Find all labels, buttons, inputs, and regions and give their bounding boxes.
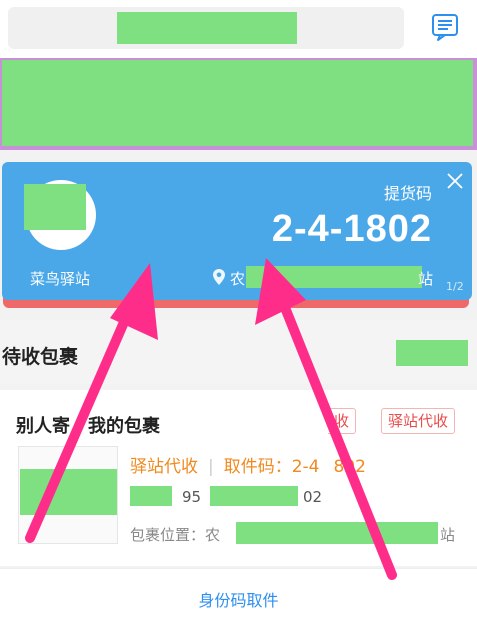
pickup-code-suffix: 802 [333, 457, 366, 477]
redacted-banner [2, 60, 473, 146]
card-page-indicator: 1/2 [446, 280, 464, 293]
bottom-bar: 身份码取件 [0, 568, 477, 627]
package-status-line: 驿站代收 | 取件码：2-4 802 [130, 452, 366, 477]
station-address-prefix: 农 [230, 270, 246, 288]
package-title: 别人寄 我的包裹 [16, 412, 160, 438]
pending-section-header: 待收包裹 [0, 320, 477, 384]
redacted-title [117, 12, 297, 44]
redacted-logo [24, 184, 86, 230]
redacted-thumbnail [20, 469, 117, 515]
package-card[interactable]: 别人寄 我的包裹 收 驿站代收 驿站代收 | 取件码：2-4 802 95 02 包裹位… [0, 390, 477, 566]
location-pin-icon [212, 268, 226, 286]
promo-banner[interactable] [0, 58, 477, 150]
package-title-part1: 别人寄 [16, 416, 70, 437]
redacted-location [236, 522, 438, 544]
redacted-section-action[interactable] [396, 340, 468, 366]
package-title-part2: 我的包裹 [88, 416, 160, 437]
package-location-suffix: 站 [440, 526, 456, 544]
package-status: 驿站代收 [130, 457, 198, 477]
top-bar [0, 0, 477, 58]
divider: | [208, 457, 214, 477]
station-address-suffix: 站 [418, 270, 434, 288]
pickup-code-caption: 提货码 [383, 184, 432, 203]
pickup-code-label: 取件码：2-4 [223, 457, 320, 477]
tracking-number-suffix: 02 [303, 488, 323, 506]
redacted-courier [130, 486, 172, 506]
tracking-number-prefix: 95 [182, 488, 202, 506]
message-icon[interactable] [430, 12, 460, 42]
pickup-card[interactable]: 菜鸟驿站 提货码 2-4-1802 农 站 1/2 [2, 162, 472, 300]
redacted-tracking [210, 486, 298, 506]
tag-station-collect: 驿站代收 [381, 408, 456, 434]
station-name: 菜鸟驿站 [30, 270, 91, 288]
pickup-code: 2-4-1802 [271, 208, 432, 250]
id-code-pickup-link[interactable]: 身份码取件 [0, 587, 477, 611]
redacted-address [246, 266, 422, 288]
close-icon[interactable] [446, 172, 464, 190]
tag-collect: 收 [328, 408, 357, 434]
section-title: 待收包裹 [2, 346, 79, 368]
package-location-label: 包裹位置：农 [130, 526, 221, 544]
